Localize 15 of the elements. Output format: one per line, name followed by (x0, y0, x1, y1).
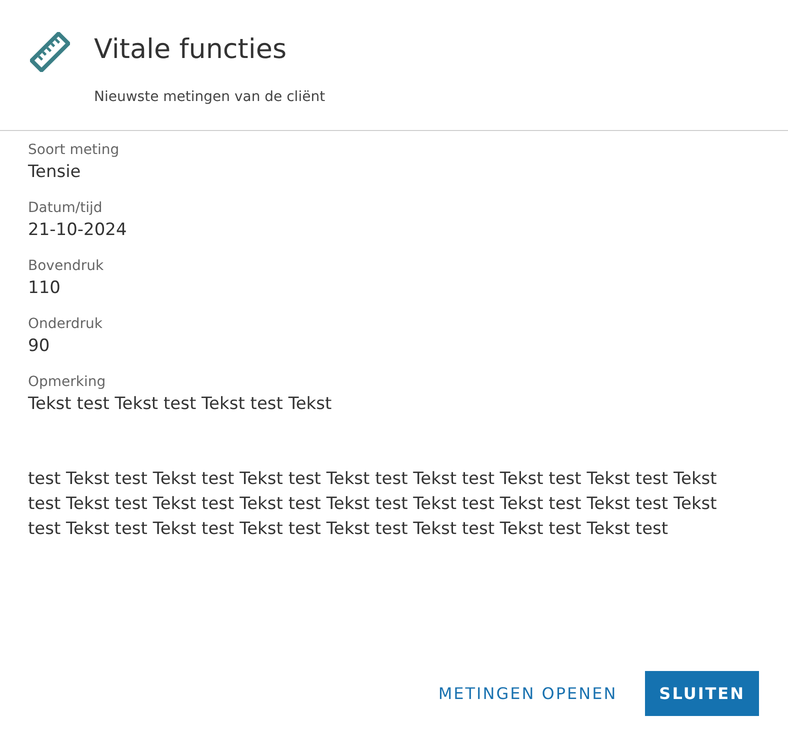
dialog-subtitle: Nieuwste metingen van de cliënt (94, 88, 326, 107)
field-label: Soort meting (28, 141, 120, 160)
field-label: Datum/tijd (28, 199, 104, 218)
close-button[interactable]: SLUITEN (645, 671, 759, 716)
field-value: 90 (28, 335, 51, 358)
open-measurements-button[interactable]: METINGEN OPENEN (426, 671, 630, 716)
field-value: 21-10-2024 (28, 219, 128, 242)
field-value: 110 (28, 277, 62, 300)
ruler-icon (30, 32, 70, 72)
field-value: Tekst test Tekst test Tekst test Tekst test Tekst test Tekst test Tekst test Tekst test Tekst test Tekst test Tekst test Tekst test Tekst test Tekst test Tekst test Tekst test Tekst test Tekst test Tekst test Tekst test Tekst test Tekst test Tekst test Tekst test Tekst test Tekst test Tekst test (28, 393, 718, 541)
field-label: Onderdruk (28, 315, 104, 334)
field-value: Tensie (28, 161, 82, 184)
field-label: Bovendruk (28, 257, 105, 276)
field-label: Opmerking (28, 373, 107, 392)
dialog-title: Vitale functies (94, 33, 288, 67)
